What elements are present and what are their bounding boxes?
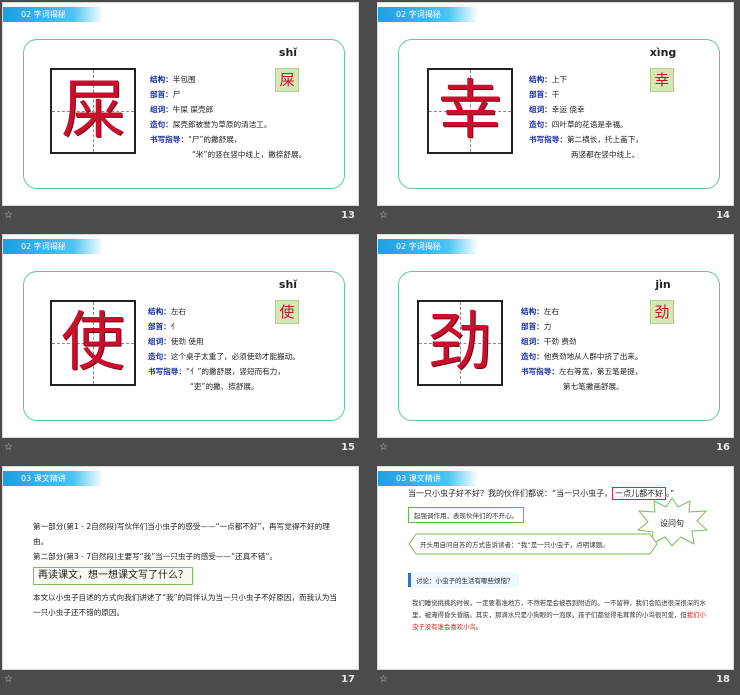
section-tag: 03 课文精讲	[3, 471, 103, 486]
section-tag: 02 字词揭秘	[378, 7, 478, 22]
slide-number: 14	[716, 210, 730, 221]
char-card: 劲 jìn 劲 结构：左右 部首：力 组词：干劲 费劲 造句：他费劲地从人群中挤…	[398, 271, 720, 421]
reread-prompt: 再读课文，想一想课文写了什么？	[33, 567, 193, 585]
pinyin: jìn	[655, 278, 671, 291]
lesson-summary: 第一部分(第1 - 2自然段)写伙伴们当小虫子的感受——“一点都不好”，再写觉得…	[33, 519, 343, 620]
char-info: 结构：半包围 部首：尸 组词：牛屎 屎壳郎 造句：屎壳郎被誉为草原的清洁工。 书…	[150, 75, 307, 159]
slide-16[interactable]: 02 字词揭秘 劲 jìn 劲 结构：左右 部首：力 组词：干劲 费劲 造句：他…	[377, 234, 734, 460]
slide-14[interactable]: 02 字词揭秘 幸 xìng 幸 结构：上下 部首：干 组词：幸运 侥幸 造句：…	[377, 2, 734, 228]
small-character: 劲	[650, 300, 674, 324]
slide-thumbnail[interactable]: 02 字词揭秘 屎 shǐ 屎 结构：半包围 部首：尸 组词：牛屎 屎壳郎 造句…	[2, 2, 359, 206]
part-one-text: 第一部分(第1 - 2自然段)写伙伴们当小虫子的感受——“一点都不好”，再写觉得…	[33, 522, 330, 546]
conclusion-text: 本文以小虫子自述的方式向我们讲述了“我”的同伴认为当一只小虫子不好原因，而我认为…	[33, 593, 338, 617]
discussion-prompt: 讨论：小虫子的生活有哪些烦恼？	[408, 573, 519, 587]
slide-number: 15	[341, 442, 355, 453]
slide-13[interactable]: 02 字词揭秘 屎 shǐ 屎 结构：半包围 部首：尸 组词：牛屎 屎壳郎 造句…	[2, 2, 359, 228]
slide-17[interactable]: 03 课文精讲 第一部分(第1 - 2自然段)写伙伴们当小虫子的感受——“一点都…	[2, 466, 359, 692]
big-character: 幸	[438, 74, 502, 148]
slide-thumbnail[interactable]: 02 字词揭秘 使 shǐ 使 结构：左右 部首：亻 组词：使劲 使用 造句：这…	[2, 234, 359, 438]
slide-18[interactable]: 03 课文精讲 当一只小虫子好不好？我的伙伴们都说：“当一只小虫子， 一点儿都不好…	[377, 466, 734, 692]
slide-footer: ☆ 18	[377, 670, 734, 692]
pinyin: shǐ	[278, 46, 298, 59]
char-card: 屎 shǐ 屎 结构：半包围 部首：尸 组词：牛屎 屎壳郎 造句：屎壳郎被誉为草…	[23, 39, 345, 189]
section-tag: 02 字词揭秘	[3, 7, 103, 22]
slide-thumbnail[interactable]: 03 课文精讲 当一只小虫子好不好？我的伙伴们都说：“当一只小虫子， 一点儿都不好…	[377, 466, 734, 670]
slide-footer: ☆ 15	[2, 438, 359, 460]
lesson-question: 当一只小虫子好不好？我的伙伴们都说：“当一只小虫子， 一点儿都不好。”	[408, 487, 675, 500]
star-icon[interactable]: ☆	[4, 210, 13, 221]
tian-grid: 使	[50, 300, 136, 386]
slide-footer: ☆ 14	[377, 206, 734, 228]
slide-footer: ☆ 13	[2, 206, 359, 228]
slide-footer: ☆ 16	[377, 438, 734, 460]
char-info: 结构：左右 部首：亻 组词：使劲 使用 造句：这个桌子太重了，必须使劲才能搬动。…	[148, 307, 300, 391]
slide-number: 17	[341, 674, 355, 685]
char-card: 幸 xìng 幸 结构：上下 部首：干 组词：幸运 侥幸 造句：四叶草的花语是幸…	[398, 39, 720, 189]
pinyin: xìng	[649, 46, 677, 59]
slide-thumbnail[interactable]: 02 字词揭秘 幸 xìng 幸 结构：上下 部首：干 组词：幸运 侥幸 造句：…	[377, 2, 734, 206]
slide-thumbnail[interactable]: 02 字词揭秘 劲 jìn 劲 结构：左右 部首：力 组词：干劲 费劲 造句：他…	[377, 234, 734, 438]
part-two-text: 第二部分(第3 - 7自然段)主要写“我”当一只虫子的感受——“还真不错”。	[33, 552, 277, 561]
slide-footer: ☆ 17	[2, 670, 359, 692]
big-character: 使	[61, 306, 125, 380]
char-card: 使 shǐ 使 结构：左右 部首：亻 组词：使劲 使用 造句：这个桌子太重了，必…	[23, 271, 345, 421]
star-icon[interactable]: ☆	[379, 674, 388, 685]
char-info: 结构：左右 部首：力 组词：干劲 费劲 造句：他费劲地从人群中挤了出来。 书写指…	[521, 307, 643, 391]
slide-15[interactable]: 02 字词揭秘 使 shǐ 使 结构：左右 部首：亻 组词：使劲 使用 造句：这…	[2, 234, 359, 460]
section-tag: 03 课文精讲	[378, 471, 478, 486]
slide-number: 18	[716, 674, 730, 685]
tian-grid: 幸	[427, 68, 513, 154]
big-character: 劲	[428, 306, 492, 380]
burst-label: 设问句	[660, 519, 684, 528]
note-box-opening: 开头用自问自答的方式告诉读者：“我”是一只小虫子，点明课题。	[420, 541, 609, 549]
slide-number: 13	[341, 210, 355, 221]
star-icon[interactable]: ☆	[379, 442, 388, 453]
char-info: 结构：上下 部首：干 组词：幸运 侥幸 造句：四叶草的花语是幸福。 书写指导：第…	[529, 75, 643, 159]
small-character: 幸	[650, 68, 674, 92]
section-tag: 02 字词揭秘	[3, 239, 103, 254]
star-icon[interactable]: ☆	[4, 442, 13, 453]
slide-thumbnail[interactable]: 03 课文精讲 第一部分(第1 - 2自然段)写伙伴们当小虫子的感受——“一点都…	[2, 466, 359, 670]
star-icon[interactable]: ☆	[379, 210, 388, 221]
slide-number: 16	[716, 442, 730, 453]
pinyin: shǐ	[278, 278, 298, 291]
tian-grid: 劲	[417, 300, 503, 386]
tian-grid: 屎	[50, 68, 136, 154]
note-box-emphasis: 起强调作用，表现伙伴们的不开心。	[408, 507, 524, 523]
star-icon[interactable]: ☆	[4, 674, 13, 685]
lesson-paragraph: 我们睡觉挑挑的时候，一定要看准地方，不然若是会被吞到附近的。一不留神，我们会陷进…	[412, 599, 706, 631]
big-character: 屎	[61, 74, 125, 148]
section-tag: 02 字词揭秘	[378, 239, 478, 254]
